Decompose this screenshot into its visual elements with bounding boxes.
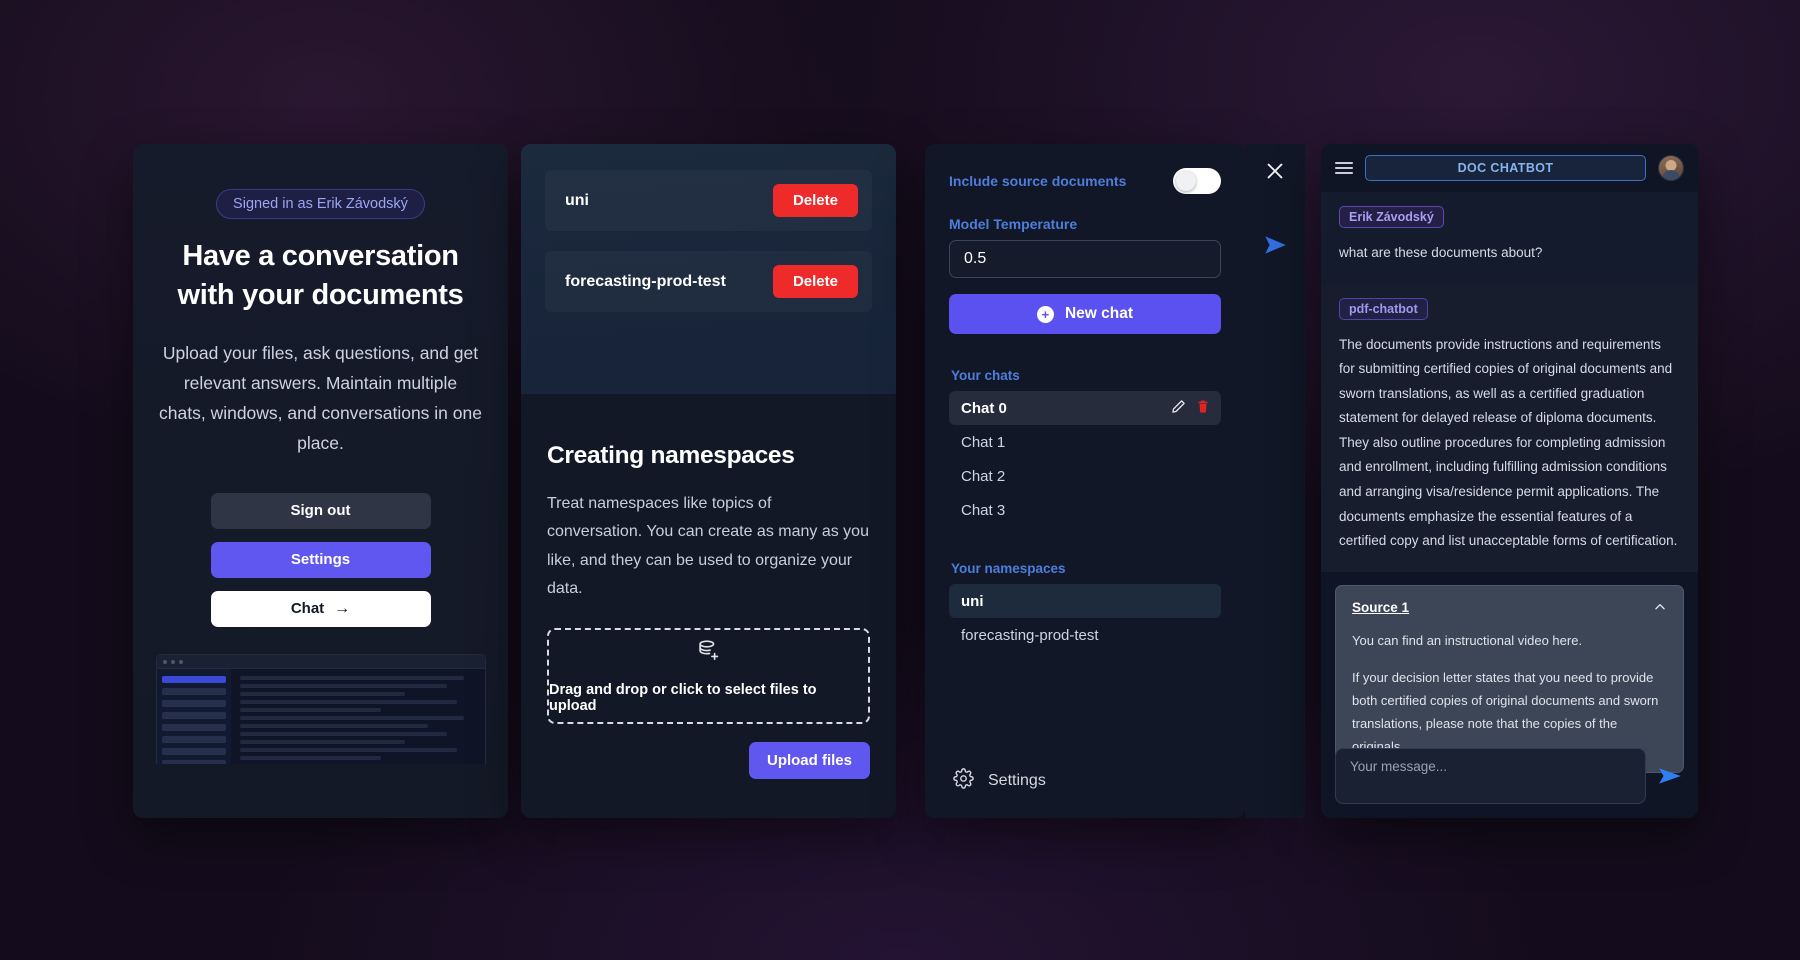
- chevron-up-icon[interactable]: [1653, 600, 1667, 614]
- namespace-list-item-1[interactable]: forecasting-prod-test: [949, 618, 1221, 652]
- avatar[interactable]: [1658, 155, 1684, 181]
- include-source-documents-row: Include source documents: [949, 168, 1221, 194]
- creating-namespaces-section: Creating namespaces Treat namespaces lik…: [521, 394, 896, 818]
- page-title: Have a conversation with your documents: [178, 237, 464, 314]
- chat-message-bot: pdf-chatbot The documents provide instru…: [1321, 283, 1698, 572]
- pencil-icon[interactable]: [1171, 399, 1186, 418]
- namespaces-panel: uni Delete forecasting-prod-test Delete …: [521, 144, 896, 818]
- namespace-row[interactable]: uni Delete: [545, 170, 872, 231]
- arrow-right-icon: →: [334, 599, 351, 617]
- chat-list-item-2[interactable]: Chat 2: [949, 459, 1221, 493]
- toggle-knob: [1176, 171, 1196, 191]
- file-dropzone[interactable]: Drag and drop or click to select files t…: [547, 627, 870, 724]
- namespaces-list: uni Delete forecasting-prod-test Delete: [521, 144, 896, 394]
- chat-item-label: Chat 2: [961, 467, 1006, 485]
- namespace-name: uni: [565, 191, 589, 209]
- gear-icon: [953, 768, 974, 794]
- plus-circle-icon: +: [1036, 305, 1054, 323]
- chat-item-label: Chat 3: [961, 501, 1006, 519]
- message-input[interactable]: Your message...: [1335, 748, 1646, 804]
- chat-item-label: Chat 1: [961, 433, 1006, 451]
- chat-message-list[interactable]: Erik Závodský what are these documents a…: [1321, 192, 1698, 818]
- hero-title-line-1: Have a conversation: [182, 240, 459, 272]
- message-text: what are these documents about?: [1339, 245, 1543, 260]
- chat-button-label: Chat: [290, 600, 325, 617]
- new-chat-label: New chat: [1064, 305, 1134, 322]
- close-icon[interactable]: [1264, 160, 1286, 182]
- database-plus-icon: [696, 638, 722, 669]
- model-temperature-input[interactable]: [949, 240, 1221, 278]
- message-author-badge: pdf-chatbot: [1339, 297, 1428, 320]
- settings-footer-label: Settings: [988, 772, 1046, 789]
- app-preview-thumbnail: [155, 653, 486, 764]
- delete-namespace-button[interactable]: Delete: [772, 265, 858, 298]
- close-column: [1245, 144, 1305, 818]
- sign-out-button[interactable]: Sign out: [210, 492, 431, 529]
- message-author-badge: Erik Závodský: [1339, 206, 1444, 228]
- include-source-documents-label: Include source documents: [949, 173, 1127, 189]
- namespace-list-item-0[interactable]: uni: [949, 584, 1221, 618]
- hamburger-menu-icon[interactable]: [1335, 162, 1353, 174]
- message-composer: Your message...: [1335, 748, 1684, 804]
- namespace-row[interactable]: forecasting-prod-test Delete: [545, 251, 872, 312]
- section-heading: Creating namespaces: [547, 442, 795, 469]
- hero-title-line-2: with your documents: [177, 278, 464, 311]
- chat-list-item-1[interactable]: Chat 1: [949, 425, 1221, 459]
- thumbnail-titlebar: [156, 654, 485, 669]
- settings-footer-link[interactable]: Settings: [949, 750, 1221, 818]
- section-paragraph: Treat namespaces like topics of conversa…: [547, 495, 869, 598]
- chat-button[interactable]: Chat →: [210, 590, 431, 627]
- chat-message-user: Erik Závodský what are these documents a…: [1321, 192, 1698, 284]
- delete-namespace-button[interactable]: Delete: [772, 184, 858, 217]
- chat-item-label: Chat 0: [961, 399, 1007, 417]
- include-source-documents-toggle[interactable]: [1173, 168, 1221, 194]
- chat-panel: DOC CHATBOT Erik Závodský what are these…: [1321, 144, 1698, 818]
- chat-list-item-0[interactable]: Chat 0: [949, 391, 1221, 425]
- trash-icon[interactable]: [1196, 399, 1210, 418]
- your-namespaces-label: Your namespaces: [951, 561, 1066, 576]
- chat-list-item-3[interactable]: Chat 3: [949, 493, 1221, 527]
- source-accordion[interactable]: Source 1 You can find an instructional v…: [1335, 584, 1684, 774]
- chat-header: DOC CHATBOT: [1321, 144, 1698, 192]
- doc-chatbot-title[interactable]: DOC CHATBOT: [1365, 155, 1646, 181]
- send-icon[interactable]: [1262, 232, 1288, 258]
- thumbnail-sidebar: [156, 668, 231, 764]
- signed-in-badge: Signed in as Erik Závodský: [216, 189, 425, 219]
- namespace-name: forecasting-prod-test: [565, 272, 726, 290]
- chat-item-actions: [1171, 399, 1210, 418]
- source-paragraph-2: If your decision letter states that you …: [1352, 669, 1659, 755]
- settings-button[interactable]: Settings: [210, 541, 431, 578]
- source-title: Source 1: [1352, 599, 1410, 615]
- send-icon[interactable]: [1656, 763, 1684, 804]
- your-chats-label: Your chats: [951, 368, 1020, 383]
- dropzone-label: Drag and drop or click to select files t…: [549, 681, 817, 714]
- source-accordion-header[interactable]: Source 1: [1352, 600, 1667, 615]
- upload-files-button[interactable]: Upload files: [748, 741, 870, 779]
- source-paragraph-1: You can find an instructional video here…: [1352, 632, 1583, 648]
- namespace-item-label: uni: [961, 592, 984, 610]
- model-temperature-label: Model Temperature: [949, 216, 1078, 232]
- hero-panel: Signed in as Erik Závodský Have a conver…: [133, 144, 508, 818]
- settings-panel: Include source documents Model Temperatu…: [925, 144, 1245, 818]
- new-chat-button[interactable]: + New chat: [949, 294, 1221, 334]
- upload-actions: Upload files: [547, 741, 870, 779]
- namespace-item-label: forecasting-prod-test: [961, 626, 1099, 644]
- hero-subtitle: Upload your files, ask questions, and ge…: [159, 343, 482, 454]
- thumbnail-content: [230, 668, 485, 764]
- message-text: The documents provide instructions and r…: [1339, 336, 1678, 549]
